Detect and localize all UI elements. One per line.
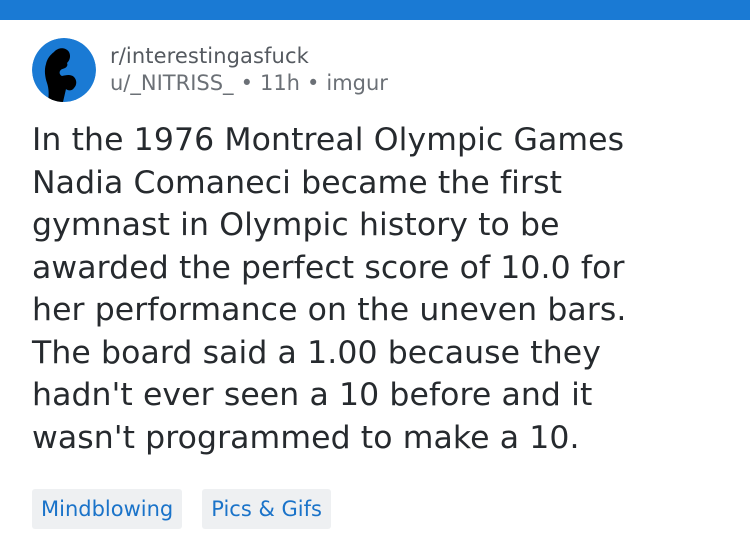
separator-dot: • [306,71,320,95]
title-line: hadn't ever seen a 10 before and it [32,377,593,413]
title-line: Nadia Comaneci became the first [32,164,563,201]
title-line: In the 1976 Montreal Olympic Games [32,122,625,158]
title-line: gymnast in Olympic history to be [32,207,560,243]
flair-mindblowing[interactable]: Mindblowing [32,489,183,529]
title-line: The board said a 1.00 because they [32,334,602,371]
separator-dot: • [240,71,253,95]
subreddit-avatar[interactable] [32,38,96,102]
post-title[interactable]: In the 1976 Montreal Olympic Games Nadia… [32,119,732,459]
post-header: r/interestingasfuck u/_NITRISS_ • 11h • … [32,38,388,102]
title-line: her performance on the uneven bars. [32,292,627,328]
subreddit-link[interactable]: r/interestingasfuck [110,43,388,69]
thinker-silhouette-icon [32,38,96,102]
flair-list: Mindblowing Pics & Gifs [32,489,331,529]
title-line: awarded the perfect score of 10.0 for [32,249,625,286]
flair-pics-gifs[interactable]: Pics & Gifs [202,489,331,529]
post-meta: r/interestingasfuck u/_NITRISS_ • 11h • … [110,43,388,97]
byline: u/_NITRISS_ • 11h • imgur [110,69,388,97]
post-age: 11h [259,71,300,95]
top-bar [0,0,750,20]
author-link[interactable]: u/_NITRISS_ [110,69,234,97]
post-domain[interactable]: imgur [326,69,388,97]
title-line: wasn't programmed to make a 10. [32,419,580,456]
